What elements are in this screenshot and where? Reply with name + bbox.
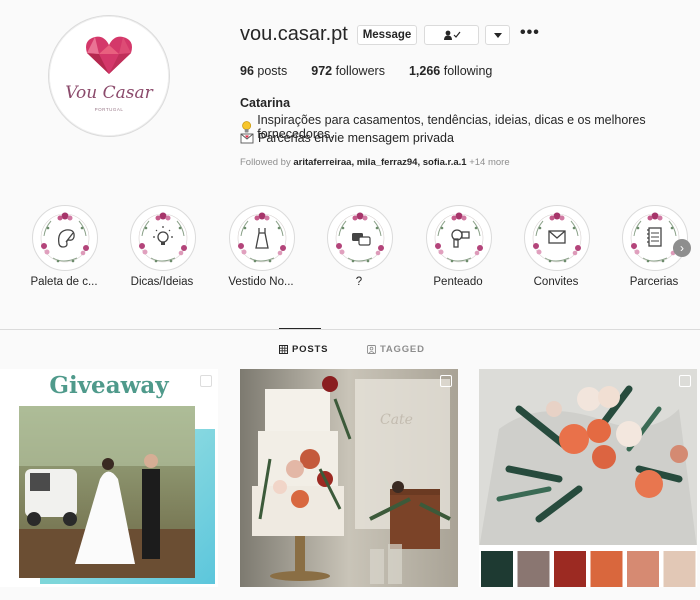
highlight-label: Vestido No... <box>228 276 294 288</box>
highlight-label: Parcerias <box>629 276 679 288</box>
tab-posts[interactable]: POSTS <box>279 344 328 355</box>
tab-tagged[interactable]: TAGGED <box>367 344 425 355</box>
highlight-2[interactable] <box>130 205 196 271</box>
user-check-icon <box>443 30 460 40</box>
post-wedding-cake-image: Cate <box>240 369 458 587</box>
svg-text:Vou Casar: Vou Casar <box>65 83 153 103</box>
palette-swatch <box>663 551 696 587</box>
highlight-6[interactable] <box>524 205 590 271</box>
svg-text:Giveaway: Giveaway <box>49 372 169 399</box>
dress-icon <box>237 212 287 263</box>
highlight-3[interactable] <box>229 205 295 271</box>
grid-icon <box>279 345 288 354</box>
highlight-label: Convites <box>533 276 579 288</box>
palette-swatch <box>627 551 659 587</box>
palette-swatch <box>590 551 623 587</box>
post-wedding-cake[interactable]: Cate <box>240 369 458 587</box>
suggestions-dropdown-button[interactable] <box>485 25 510 45</box>
highlight-label: ? <box>355 276 363 288</box>
multiple-photos-icon <box>440 375 452 387</box>
followed-by-text[interactable]: Followed by aritaferreiraa, mila_ferraz9… <box>240 157 510 168</box>
post-giveaway-image: Giveaway <box>0 369 218 587</box>
message-button[interactable]: Message <box>357 25 417 45</box>
highlight-label: Dicas/Ideias <box>130 276 194 288</box>
following-stat[interactable]: 1,266 following <box>409 64 492 78</box>
svg-text:Cate: Cate <box>380 412 413 428</box>
highlight-7[interactable] <box>622 205 688 271</box>
chat-icon <box>335 212 385 263</box>
followers-stat[interactable]: 972 followers <box>311 64 385 78</box>
profile-username: vou.casar.pt <box>240 23 348 45</box>
posts-stat: 96 posts <box>240 64 288 78</box>
active-tab-indicator <box>279 328 321 329</box>
multiple-photos-icon <box>200 375 212 387</box>
palette-swatch <box>481 551 513 587</box>
following-button[interactable] <box>424 25 479 45</box>
bio-line-2: Parcerias envie mensagem privada <box>240 131 454 145</box>
notebook-icon <box>630 212 680 263</box>
highlight-5[interactable] <box>426 205 492 271</box>
palette-icon <box>40 212 90 263</box>
profile-stats: 96 posts 972 followers 1,266 following <box>240 64 516 78</box>
hairdryer-icon <box>434 212 484 263</box>
multiple-photos-icon <box>679 375 691 387</box>
profile-avatar[interactable]: Vou Casar PORTUGAL <box>48 15 170 137</box>
highlight-label: Paleta de c... <box>30 276 98 288</box>
post-color-palette[interactable] <box>479 369 697 587</box>
envelope-heart-icon <box>240 133 254 144</box>
profile-full-name: Catarina <box>240 96 291 110</box>
highlight-4[interactable] <box>327 205 393 271</box>
post-color-palette-image <box>479 369 697 587</box>
post-giveaway[interactable]: Giveaway <box>0 369 218 587</box>
caret-down-icon <box>493 32 502 38</box>
highlights-next-arrow[interactable]: › <box>673 239 691 257</box>
palette-swatch <box>517 551 550 587</box>
more-options-icon[interactable]: ••• <box>520 24 540 42</box>
palette-swatch <box>554 551 586 587</box>
highlight-1[interactable] <box>32 205 98 271</box>
lightbulb-icon <box>138 212 188 263</box>
svg-text:PORTUGAL: PORTUGAL <box>95 107 124 112</box>
envelope-icon <box>532 212 582 263</box>
highlight-label: Penteado <box>433 276 483 288</box>
vou-casar-logo: Vou Casar PORTUGAL <box>50 17 168 135</box>
tagged-user-icon <box>367 345 376 354</box>
tabs-divider <box>0 329 700 330</box>
